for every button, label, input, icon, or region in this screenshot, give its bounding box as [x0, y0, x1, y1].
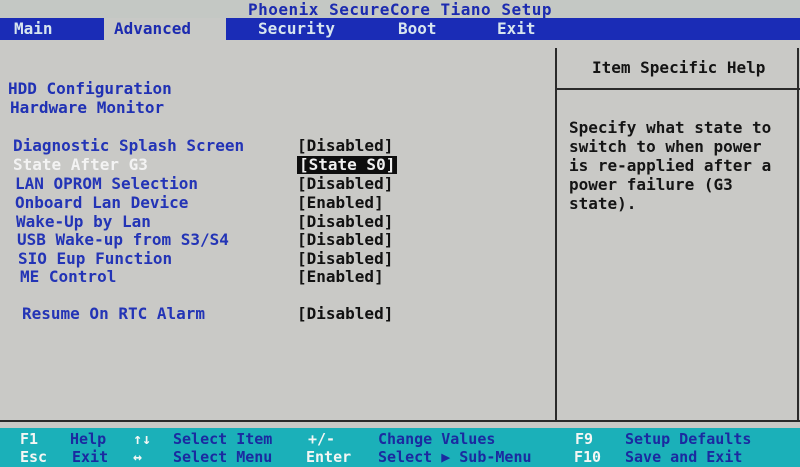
esc-key: Esc [20, 448, 48, 466]
leftright-desc: Select Menu [173, 448, 273, 466]
setting-label-onboard-lan-device[interactable]: Onboard Lan Device [15, 194, 188, 212]
right-border [797, 48, 799, 422]
setting-label-lan-oprom-selection[interactable]: LAN OPROM Selection [15, 175, 198, 193]
setting-value-lan-oprom-selection[interactable]: [Disabled] [297, 175, 393, 193]
enter-desc: Select ▶ Sub-Menu [378, 448, 532, 466]
setting-label-resume-on-rtc-alarm[interactable]: Resume On RTC Alarm [22, 305, 205, 323]
plusminus-key: +/- [308, 430, 336, 448]
setting-value-state-after-g3[interactable]: [State S0] [297, 156, 398, 174]
menu-tab-boot[interactable]: Boot [398, 18, 437, 40]
setting-label-me-control[interactable]: ME Control [20, 268, 116, 286]
f9-desc: Setup Defaults [625, 430, 752, 448]
esc-desc: Exit [72, 448, 109, 466]
setting-value-me-control[interactable]: [Enabled] [297, 268, 384, 286]
updown-desc: Select Item [173, 430, 273, 448]
f9-key: F9 [575, 430, 594, 448]
setting-value-sio-eup-function[interactable]: [Disabled] [297, 250, 393, 268]
setting-label-usb-wake-up[interactable]: USB Wake-up from S3/S4 [17, 231, 229, 249]
help-divider [555, 48, 557, 422]
help-title-divider [557, 88, 800, 90]
setting-label-sio-eup-function[interactable]: SIO Eup Function [18, 250, 172, 268]
help-text: Specify what state to switch to when pow… [569, 118, 772, 213]
setting-label-diagnostic-splash-screen[interactable]: Diagnostic Splash Screen [13, 137, 244, 155]
setting-value-diagnostic-splash-screen[interactable]: [Disabled] [297, 137, 393, 155]
help-title: Item Specific Help [592, 58, 766, 77]
footer-divider [0, 420, 800, 422]
enter-key: Enter [306, 448, 352, 466]
submenu-hdd-configuration[interactable]: HDD Configuration [8, 80, 172, 98]
f1-desc: Help [70, 430, 107, 448]
setting-value-resume-on-rtc-alarm[interactable]: [Disabled] [297, 305, 393, 323]
left-right-arrows-icon: ↔ [133, 448, 143, 466]
submenu-hardware-monitor[interactable]: Hardware Monitor [10, 99, 164, 117]
key-legend: F1 Help Esc Exit ↑↓ Select Item ↔ Select… [0, 428, 800, 467]
setting-value-onboard-lan-device[interactable]: [Enabled] [297, 194, 384, 212]
plusminus-desc: Change Values [378, 430, 496, 448]
menu-tab-advanced[interactable]: Advanced [104, 18, 226, 40]
window-title: Phoenix SecureCore Tiano Setup [0, 0, 800, 20]
menu-tab-main[interactable]: Main [14, 18, 53, 40]
setting-value-usb-wake-up[interactable]: [Disabled] [297, 231, 393, 249]
menu-bar: Main Advanced Security Boot Exit [0, 18, 800, 40]
menu-tab-exit[interactable]: Exit [497, 18, 536, 40]
setting-value-wake-up-by-lan[interactable]: [Disabled] [297, 213, 393, 231]
f10-key: F10 [574, 448, 602, 466]
setting-label-wake-up-by-lan[interactable]: Wake-Up by Lan [16, 213, 151, 231]
menu-tab-security[interactable]: Security [258, 18, 335, 40]
up-down-arrows-icon: ↑↓ [133, 430, 152, 448]
f10-desc: Save and Exit [625, 448, 743, 466]
f1-key: F1 [20, 430, 39, 448]
setting-label-state-after-g3[interactable]: State After G3 [13, 156, 148, 174]
